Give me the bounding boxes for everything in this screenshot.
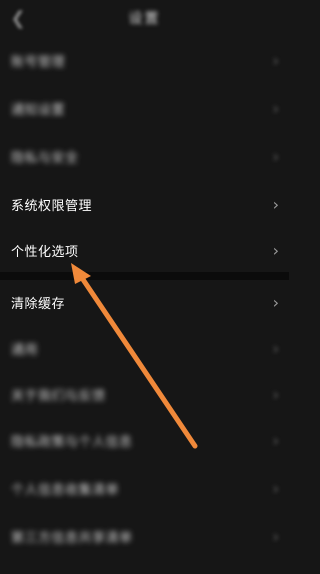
orange-arrow-annotation <box>71 263 198 449</box>
arrow-head <box>71 263 91 284</box>
arrow-shaft <box>79 275 198 449</box>
